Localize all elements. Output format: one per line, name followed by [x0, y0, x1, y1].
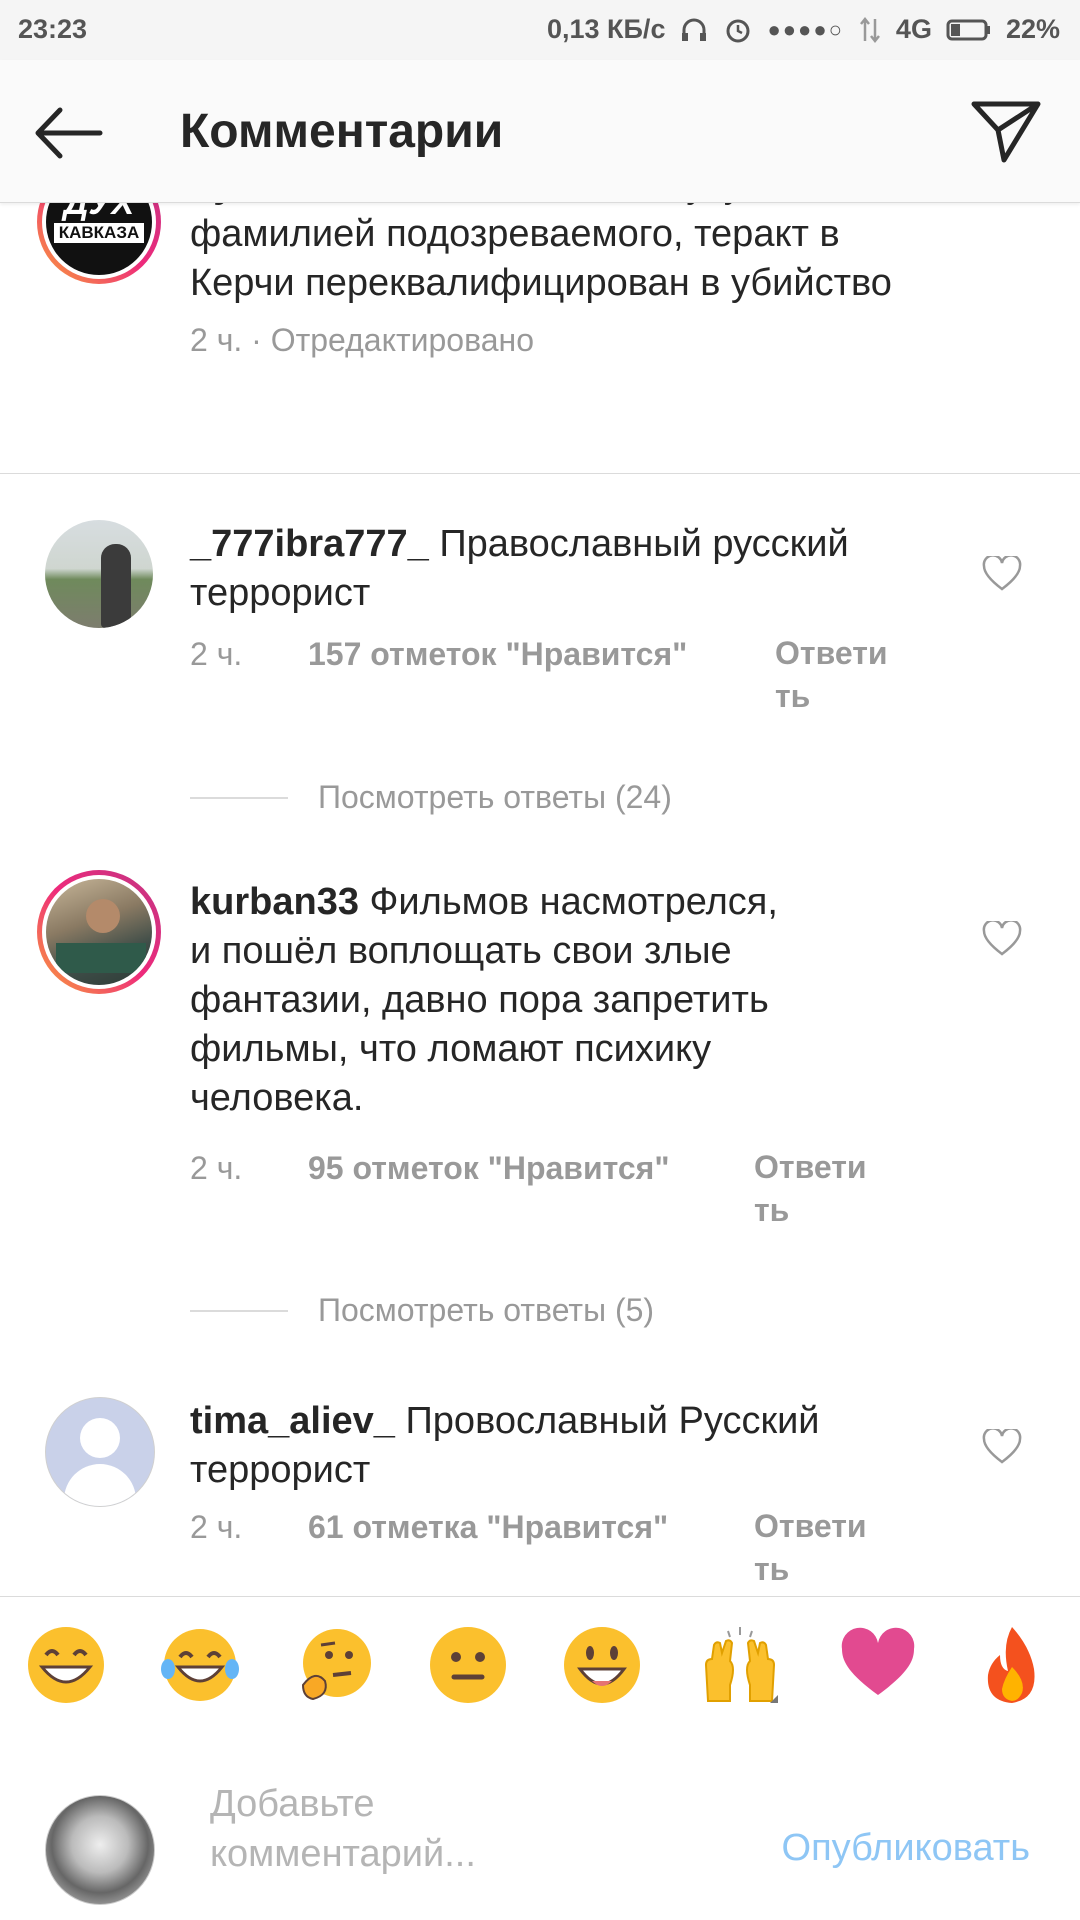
heart-icon[interactable]	[838, 1625, 918, 1705]
likes-count[interactable]: 61 отметка "Нравится"	[308, 1509, 668, 1546]
comment-input-bar: Добавьте комментарий... Опубликовать	[0, 1731, 1080, 1920]
likes-count[interactable]: 157 отметок "Нравится"	[308, 636, 687, 673]
comment-item: tima_aliev_ Провославный Русский террори…	[0, 1397, 1080, 1596]
comment-input[interactable]: Добавьте комментарий...	[210, 1779, 590, 1879]
caption-comment: ДУХ КАВКАЗА dyx_kavkaza В связи с не мус…	[0, 202, 1080, 472]
network-type: 4G	[895, 14, 932, 44]
avatar	[46, 879, 152, 985]
my-avatar	[45, 1795, 155, 1905]
thinking-face-icon[interactable]	[295, 1625, 375, 1705]
logo-text-2: КАВКАЗА	[54, 223, 144, 243]
top-app-bar: Комментарии	[0, 60, 1080, 203]
comment-meta: 2 ч. · Отредактировано	[190, 322, 534, 359]
reply-button[interactable]: Ответить	[754, 1146, 874, 1232]
comment-time: 2 ч.	[190, 636, 243, 672]
reply-button[interactable]: Ответить	[775, 632, 895, 718]
neutral-face-icon[interactable]	[428, 1625, 508, 1705]
network-speed: 0,13 КБ/с	[547, 14, 666, 44]
avatar[interactable]	[45, 520, 153, 628]
tears-of-joy-icon[interactable]	[160, 1625, 240, 1705]
view-replies-label: Посмотреть ответы (24)	[318, 779, 672, 815]
view-replies-line	[190, 1309, 288, 1312]
view-replies-button[interactable]: Посмотреть ответы (24)	[190, 779, 672, 816]
avatar-person	[86, 899, 120, 933]
avatar-story-ring[interactable]: ДУХ КАВКАЗА	[37, 202, 161, 284]
default-avatar-body	[64, 1464, 136, 1506]
comment-text: tima_aliev_ Провославный Русский террори…	[190, 1397, 950, 1495]
like-heart-icon[interactable]	[982, 1429, 1022, 1465]
emoji-quick-bar	[0, 1596, 1080, 1732]
like-heart-icon[interactable]	[982, 921, 1022, 957]
back-arrow-icon[interactable]	[30, 98, 110, 168]
comment-body: В связи с не мусульманской фамилией подо…	[190, 202, 931, 304]
avatar-story-ring[interactable]	[37, 870, 161, 994]
status-bar: 23:23 0,13 КБ/с ●●●●○ 4G 22%	[0, 0, 1080, 60]
comment-time: 2 ч.	[190, 1509, 243, 1545]
avatar: ДУХ КАВКАЗА	[46, 202, 152, 275]
comment-text: kurban33 Фильмов насмотрелся, и пошёл во…	[190, 878, 790, 1123]
edited-label: · Отредактировано	[251, 322, 534, 358]
page-title: Комментарии	[180, 105, 504, 158]
view-replies-button[interactable]: Посмотреть ответы (5)	[190, 1292, 654, 1329]
comment-username[interactable]: kurban33	[190, 881, 359, 923]
view-replies-line	[190, 796, 288, 799]
comment-time: 2 ч.	[190, 1150, 243, 1186]
caption-divider	[0, 473, 1080, 474]
signal-dots-icon: ●●●●○	[767, 16, 844, 42]
publish-button[interactable]: Опубликовать	[782, 1827, 1030, 1870]
data-arrows-icon	[859, 16, 880, 43]
headphones-icon	[682, 18, 707, 41]
comment-item: kurban33 Фильмов насмотрелся, и пошёл во…	[0, 870, 1080, 1228]
raising-hands-icon[interactable]	[700, 1625, 780, 1705]
comment-username[interactable]: tima_aliev_	[190, 1400, 395, 1442]
fire-icon[interactable]	[972, 1625, 1052, 1705]
comment-text: dyx_kavkaza В связи с не мусульманской ф…	[190, 202, 950, 308]
avatar[interactable]	[45, 1397, 155, 1507]
status-time: 23:23	[18, 14, 88, 44]
grinning-face-icon[interactable]	[26, 1625, 106, 1705]
battery-icon	[946, 19, 990, 40]
likes-count[interactable]: 95 отметок "Нравится"	[308, 1150, 670, 1187]
comment-username[interactable]: _777ibra777_	[190, 523, 429, 565]
comment-time: 2 ч.	[190, 322, 243, 358]
smiling-face-icon[interactable]	[562, 1625, 642, 1705]
battery-percent: 22%	[1005, 14, 1060, 44]
like-heart-icon[interactable]	[982, 556, 1022, 592]
logo-text-1: ДУХ	[63, 202, 135, 222]
view-replies-label: Посмотреть ответы (5)	[318, 1292, 655, 1328]
status-icons: 0,13 КБ/с ●●●●○ 4G 22%	[547, 14, 1060, 45]
alarm-icon	[726, 19, 750, 42]
avatar-person	[101, 544, 131, 628]
reply-button[interactable]: Ответить	[754, 1505, 874, 1591]
comments-list[interactable]: ДУХ КАВКАЗА dyx_kavkaza В связи с не мус…	[0, 202, 1080, 1596]
comment-text: _777ibra777_ Православный русский террор…	[190, 520, 950, 618]
avatar-desk	[56, 943, 146, 973]
default-avatar-head	[80, 1418, 120, 1458]
send-direct-icon[interactable]	[968, 96, 1044, 166]
